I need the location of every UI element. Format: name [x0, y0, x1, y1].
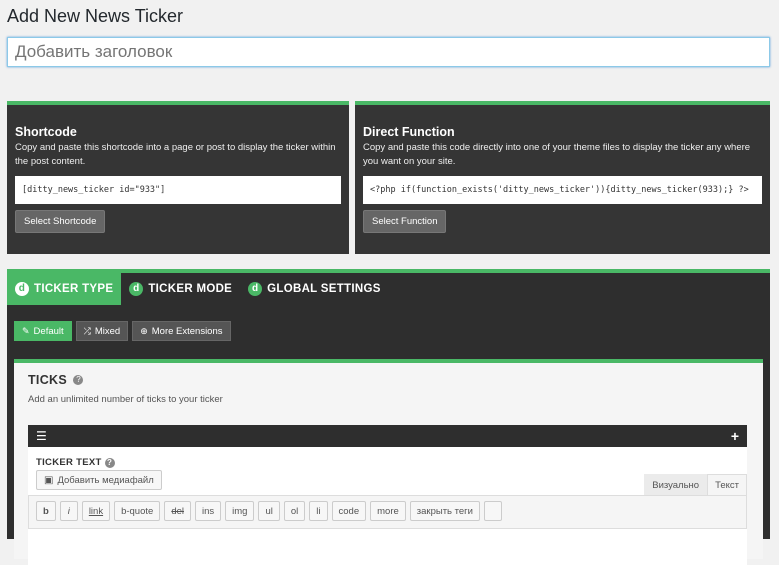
- ticker-settings-area: d TICKER TYPE d TICKER MODE d GLOBAL SET…: [7, 269, 770, 565]
- add-media-label: Добавить медиафайл: [57, 474, 154, 486]
- subtab-more-extensions[interactable]: ⊕ More Extensions: [132, 321, 231, 341]
- shuffle-icon: ⤮: [83, 325, 91, 336]
- settings-tabs: d TICKER TYPE d TICKER MODE d GLOBAL SET…: [7, 273, 770, 305]
- tick-item: ☰ + TICKER TEXT ? ▣ Добавить медиафайл В…: [28, 425, 747, 565]
- select-function-button[interactable]: Select Function: [363, 210, 447, 233]
- plus-circle-icon: ⊕: [140, 325, 148, 336]
- tab-visual[interactable]: Визуально: [644, 474, 708, 497]
- select-shortcode-button[interactable]: Select Shortcode: [15, 210, 106, 233]
- ticks-box: TICKS ? Add an unlimited number of ticks…: [14, 359, 763, 565]
- subtab-label: Mixed: [94, 325, 121, 337]
- bold-button[interactable]: b: [36, 501, 56, 521]
- title-input[interactable]: [7, 37, 770, 67]
- tab-ticker-type[interactable]: d TICKER TYPE: [7, 273, 122, 305]
- plus-icon[interactable]: +: [731, 428, 739, 444]
- shortcode-code[interactable]: [ditty_news_ticker id="933"]: [15, 176, 341, 204]
- toolbar-extra-button[interactable]: [483, 501, 502, 521]
- code-button[interactable]: code: [331, 501, 367, 521]
- subtab-default[interactable]: ✎ Default: [14, 321, 72, 341]
- subtab-label: Default: [33, 325, 64, 337]
- img-button[interactable]: img: [225, 501, 255, 521]
- ticks-description: Add an unlimited number of ticks to your…: [28, 394, 223, 405]
- ticks-heading: TICKS: [28, 373, 67, 387]
- blockquote-button[interactable]: b-quote: [114, 501, 161, 521]
- ditty-icon: d: [15, 282, 29, 296]
- help-icon[interactable]: ?: [73, 374, 84, 385]
- more-button[interactable]: more: [370, 501, 406, 521]
- ul-button[interactable]: ul: [258, 501, 280, 521]
- ol-button[interactable]: ol: [283, 501, 306, 521]
- add-media-button[interactable]: ▣ Добавить медиафайл: [36, 470, 162, 490]
- shortcode-heading: Shortcode: [15, 125, 77, 139]
- link-button[interactable]: link: [81, 501, 111, 521]
- direct-function-panel: Direct Function Copy and paste this code…: [355, 101, 770, 254]
- editor-mode-tabs: Визуально Текст: [644, 474, 747, 497]
- type-subtabs: ✎ Default ⤮ Mixed ⊕ More Extensions: [14, 321, 231, 341]
- italic-button[interactable]: i: [59, 501, 78, 521]
- subtab-label: More Extensions: [151, 325, 223, 337]
- ditty-icon: d: [248, 282, 263, 296]
- subtab-mixed[interactable]: ⤮ Mixed: [75, 321, 129, 341]
- ticks-header: TICKS ? Add an unlimited number of ticks…: [14, 363, 763, 407]
- media-icon: ▣: [44, 474, 54, 486]
- tick-item-bar[interactable]: ☰ +: [28, 425, 747, 447]
- close-tags-button[interactable]: закрыть теги: [409, 501, 480, 521]
- tab-global-settings[interactable]: d GLOBAL SETTINGS: [240, 273, 389, 305]
- page-title: Add New News Ticker: [7, 6, 184, 26]
- tab-label: TICKER MODE: [148, 283, 233, 295]
- quicktags-toolbar: b i link b-quote del ins img ul ol li co…: [28, 495, 747, 529]
- ditty-icon: d: [129, 282, 144, 296]
- tab-text[interactable]: Текст: [707, 474, 747, 497]
- li-button[interactable]: li: [309, 501, 328, 521]
- help-icon[interactable]: ?: [104, 458, 115, 468]
- tab-label: GLOBAL SETTINGS: [267, 283, 381, 295]
- shortcode-description: Copy and paste this shortcode into a pag…: [15, 142, 336, 167]
- hamburger-icon[interactable]: ☰: [36, 429, 47, 443]
- direct-function-description: Copy and paste this code directly into o…: [363, 142, 751, 167]
- del-button[interactable]: del: [164, 501, 191, 521]
- ticker-text-label: TICKER TEXT ?: [36, 457, 747, 468]
- tab-ticker-mode[interactable]: d TICKER MODE: [121, 273, 240, 305]
- ins-button[interactable]: ins: [195, 501, 222, 521]
- direct-function-code[interactable]: <?php if(function_exists('ditty_news_tic…: [363, 176, 762, 204]
- pencil-icon: ✎: [22, 325, 30, 336]
- shortcode-panel: Shortcode Copy and paste this shortcode …: [7, 101, 349, 254]
- direct-function-heading: Direct Function: [363, 125, 455, 139]
- tab-label: TICKER TYPE: [34, 283, 114, 295]
